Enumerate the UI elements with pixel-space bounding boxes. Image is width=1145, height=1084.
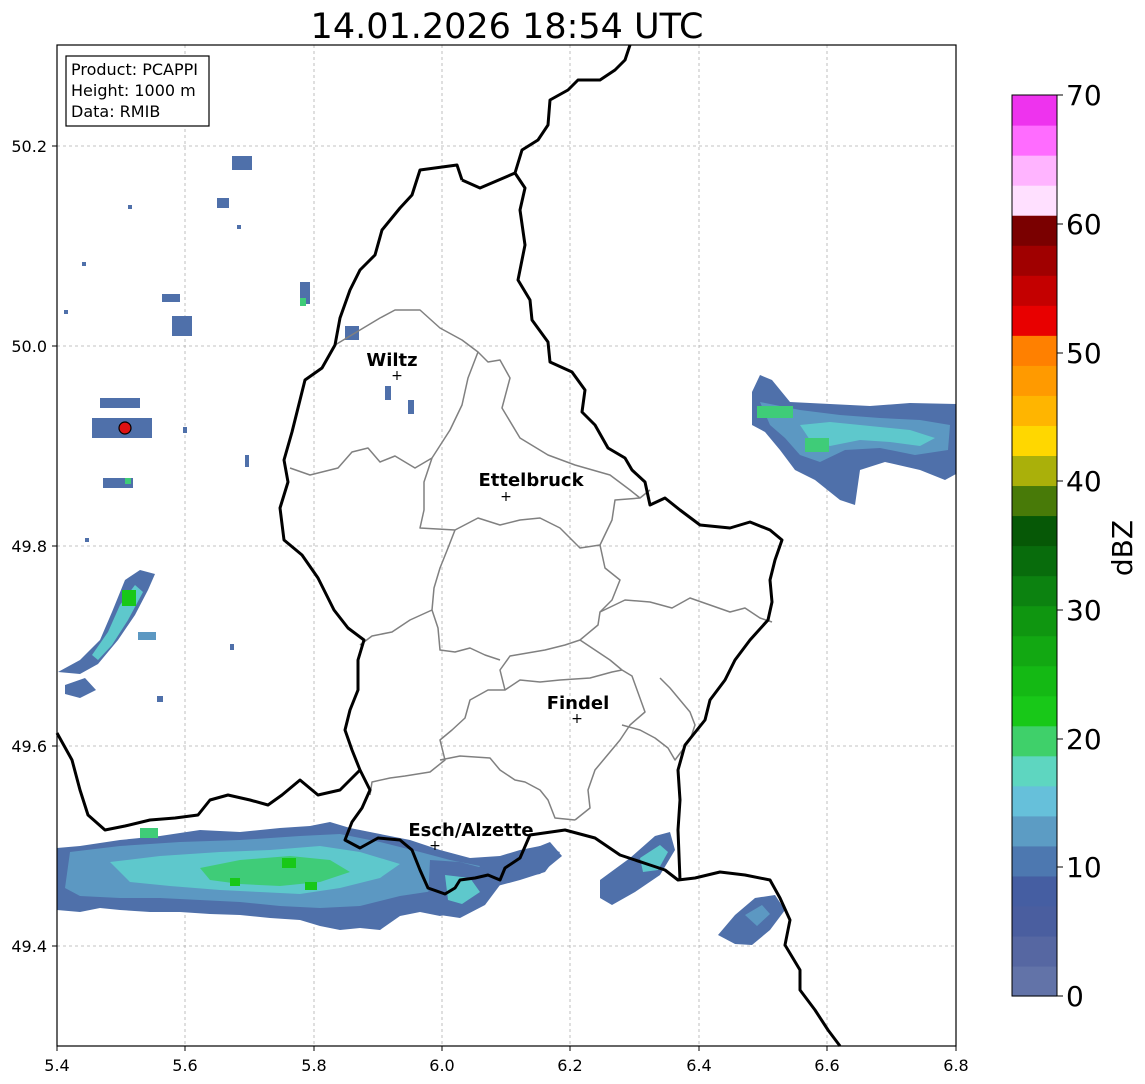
colorbar-segment (1012, 155, 1057, 186)
city-marker-ettelbruck: + (500, 489, 512, 505)
y-tick-label: 50.0 (11, 337, 47, 356)
colorbar-segment (1012, 185, 1057, 216)
colorbar-segment (1012, 425, 1057, 456)
colorbar-segment (1012, 905, 1057, 937)
y-tick-label: 49.6 (11, 737, 47, 756)
y-axis: 49.4 49.6 49.8 50.0 50.2 (11, 137, 57, 956)
x-tick-label: 6.0 (429, 1056, 454, 1075)
x-tick-label: 5.4 (44, 1056, 69, 1075)
colorbar-segment (1012, 95, 1057, 126)
radar-figure: 14.01.2026 18:54 UTC Wiltz + Ettelbruck … (11, 7, 1139, 1075)
y-tick-label: 50.2 (11, 137, 47, 156)
colorbar-tick-label: 20 (1066, 723, 1102, 756)
colorbar-segment (1012, 395, 1057, 426)
colorbar-segment (1012, 875, 1057, 907)
colorbar-segment (1012, 665, 1057, 697)
colorbar-segment (1012, 755, 1057, 787)
radar-site-marker (118, 421, 132, 435)
colorbar-tick-label: 0 (1066, 980, 1084, 1013)
colorbar-segment (1012, 785, 1057, 817)
colorbar-segment (1012, 305, 1057, 336)
x-tick-label: 6.2 (557, 1056, 582, 1075)
info-data-source: Data: RMIB (71, 102, 160, 121)
colorbar-segment (1012, 485, 1057, 517)
colorbar-segment (1012, 575, 1057, 607)
colorbar (1012, 95, 1057, 997)
colorbar-segment (1012, 125, 1057, 156)
city-marker-findel: + (571, 711, 583, 727)
x-axis: 5.4 5.6 5.8 6.0 6.2 6.4 6.6 6.8 (44, 1046, 969, 1075)
y-tick-label: 49.4 (11, 937, 47, 956)
colorbar-segment (1012, 545, 1057, 577)
colorbar-tick-label: 30 (1066, 594, 1102, 627)
colorbar-ticks: 0 10 20 30 40 50 60 70 (1057, 79, 1102, 1013)
colorbar-label: dBZ (1106, 520, 1139, 576)
colorbar-segment (1012, 845, 1057, 877)
colorbar-segment (1012, 635, 1057, 667)
colorbar-segment (1012, 515, 1057, 547)
info-height: Height: 1000 m (71, 81, 196, 100)
x-tick-label: 6.4 (686, 1056, 711, 1075)
x-tick-label: 6.8 (943, 1056, 968, 1075)
city-marker-wiltz: + (391, 368, 403, 384)
colorbar-tick-label: 50 (1066, 337, 1102, 370)
colorbar-segment (1012, 725, 1057, 757)
x-tick-label: 6.6 (814, 1056, 839, 1075)
colorbar-tick-label: 60 (1066, 208, 1102, 241)
colorbar-segment (1012, 335, 1057, 366)
x-tick-label: 5.8 (301, 1056, 326, 1075)
colorbar-tick-label: 10 (1066, 851, 1102, 884)
colorbar-segment (1012, 245, 1057, 276)
colorbar-segment (1012, 455, 1057, 487)
y-tick-label: 49.8 (11, 537, 47, 556)
colorbar-tick-label: 40 (1066, 465, 1102, 498)
colorbar-segment (1012, 695, 1057, 727)
colorbar-segment (1012, 605, 1057, 637)
city-label-esch-alzette: Esch/Alzette (408, 820, 533, 841)
colorbar-segment (1012, 215, 1057, 246)
colorbar-segment (1012, 965, 1057, 997)
colorbar-tick-label: 70 (1066, 79, 1102, 112)
colorbar-segment (1012, 935, 1057, 967)
x-tick-label: 5.6 (172, 1056, 197, 1075)
colorbar-segment (1012, 365, 1057, 396)
info-product: Product: PCAPPI (71, 60, 198, 79)
colorbar-segment (1012, 815, 1057, 847)
info-box: Product: PCAPPI Height: 1000 m Data: RMI… (65, 55, 210, 127)
city-label-ettelbruck: Ettelbruck (478, 470, 584, 491)
colorbar-segment (1012, 275, 1057, 306)
city-marker-esch-alzette: + (429, 838, 441, 854)
figure-title: 14.01.2026 18:54 UTC (311, 7, 704, 47)
